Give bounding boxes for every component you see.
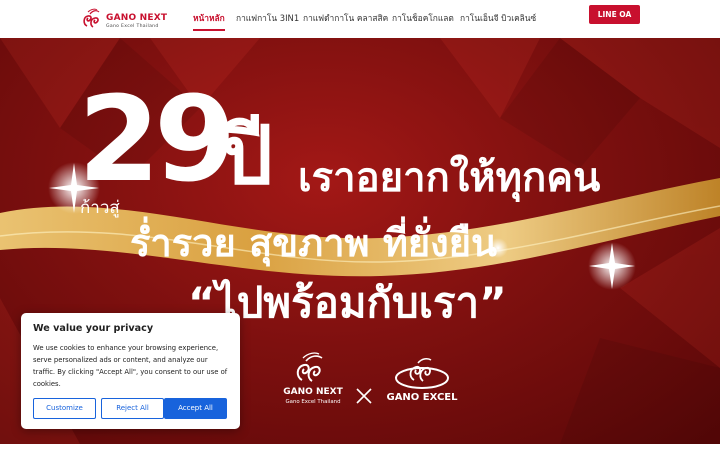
hero-headline-line1: เราอยากให้ทุกคน bbox=[298, 155, 601, 201]
site-header: GANO NEXT Gano Excel Thailand หน้าหลัก ก… bbox=[0, 0, 720, 38]
line-oa-button[interactable]: LINE OA bbox=[589, 5, 640, 24]
brand-logo[interactable]: GANO NEXT Gano Excel Thailand bbox=[82, 8, 172, 32]
cookie-consent-dialog: We value your privacy We use cookies to … bbox=[21, 313, 240, 429]
hero-year-word: ปี bbox=[222, 109, 273, 202]
gano-next-emblem-icon bbox=[296, 352, 323, 382]
gano-logo-icon bbox=[83, 8, 100, 28]
nav-item-home[interactable]: หน้าหลัก bbox=[193, 11, 225, 31]
nav-item-3in1-coffee[interactable]: กาแฟกาโน 3IN1 bbox=[236, 11, 299, 25]
gano-next-brand: GANO NEXT Gano Excel Thailand bbox=[278, 350, 348, 412]
cross-icon bbox=[356, 388, 372, 404]
logo-subtitle: Gano Excel Thailand bbox=[106, 24, 159, 29]
brand-right-name: GANO EXCEL bbox=[386, 392, 458, 403]
brand-left-name: GANO NEXT bbox=[283, 387, 343, 397]
hero-number: 29 bbox=[78, 70, 236, 208]
cookie-title: We value your privacy bbox=[33, 323, 154, 334]
customize-button[interactable]: Customize bbox=[33, 398, 96, 419]
gano-excel-emblem-icon bbox=[395, 358, 449, 389]
gano-excel-brand: GANO EXCEL bbox=[382, 350, 462, 406]
nav-item-ng-beauty[interactable]: กาโนเอ็นจี บิวเคลินซ์ bbox=[460, 11, 536, 25]
hero-headline-line2: ร่ำรวย สุขภาพ ที่ยั่งยืน bbox=[130, 221, 497, 265]
reject-all-button[interactable]: Reject All bbox=[101, 398, 164, 419]
cookie-description: We use cookies to enhance your browsing … bbox=[33, 344, 228, 388]
accept-all-button[interactable]: Accept All bbox=[164, 398, 227, 419]
logo-name: GANO NEXT bbox=[106, 13, 168, 23]
nav-item-classic-black-coffee[interactable]: กาแฟดำกาโน คลาสสิค bbox=[303, 11, 388, 25]
brand-left-subtitle: Gano Excel Thailand bbox=[285, 399, 341, 405]
hero-towards: ก้าวสู่ bbox=[80, 198, 120, 218]
nav-item-chocolate[interactable]: กาโนช็อคโกแลต bbox=[392, 11, 454, 25]
